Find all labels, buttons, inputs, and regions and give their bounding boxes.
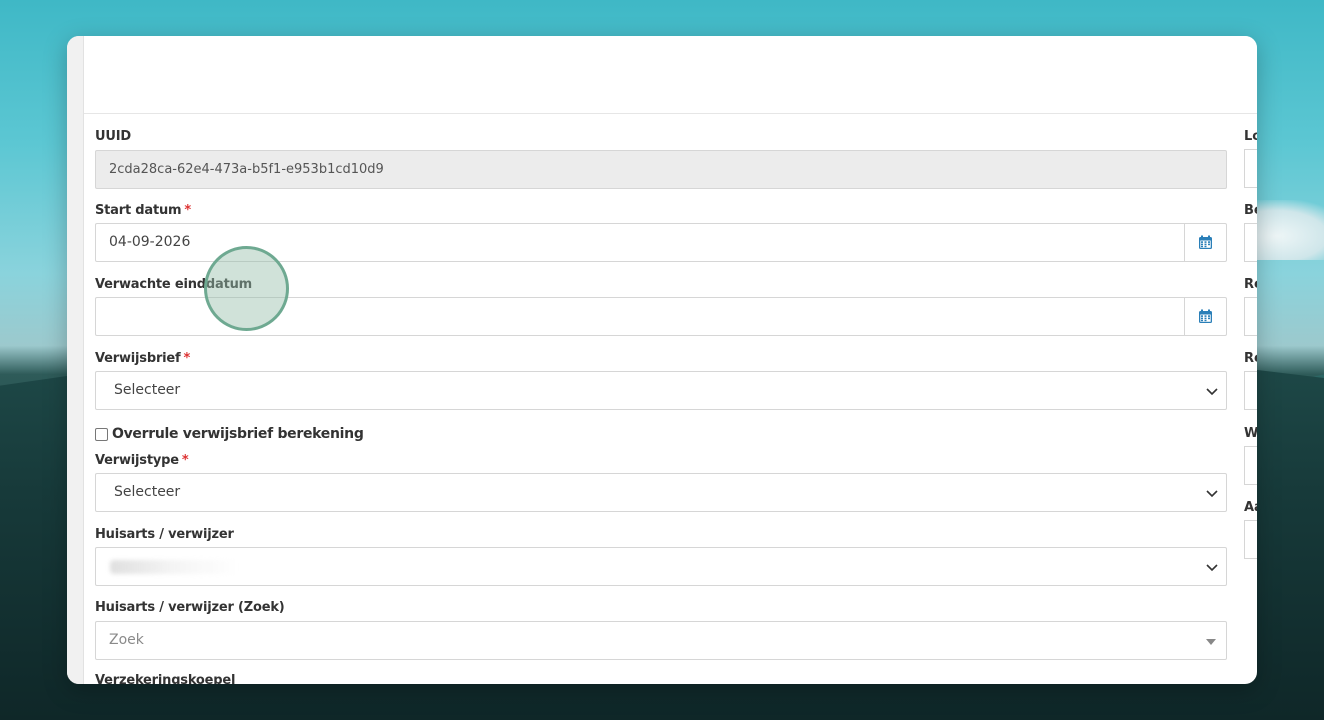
uuid-value: 2cda28ca-62e4-473a-b5f1-e953b1cd10d9 bbox=[109, 162, 384, 177]
right-column-cutoff: Lo Be Re Re Wa Aa bbox=[1244, 36, 1257, 684]
chevron-down-icon bbox=[1206, 490, 1218, 498]
left-sidebar-strip bbox=[67, 36, 84, 684]
uuid-field: 2cda28ca-62e4-473a-b5f1-e953b1cd10d9 bbox=[95, 150, 1227, 189]
right-label-5: Wa bbox=[1244, 426, 1257, 441]
uuid-label: UUID bbox=[95, 129, 131, 144]
referral-type-value: Selecteer bbox=[114, 484, 181, 500]
chevron-down-icon bbox=[1206, 388, 1218, 396]
right-field-4[interactable] bbox=[1244, 371, 1257, 410]
referral-letter-label: Verwijsbrief * bbox=[95, 351, 191, 366]
calendar-icon bbox=[1199, 309, 1212, 323]
override-referral-label: Overrule verwijsbrief berekening bbox=[112, 426, 364, 442]
blurred-value bbox=[110, 560, 240, 574]
referral-letter-select[interactable]: Selecteer bbox=[95, 371, 1227, 410]
required-marker: * bbox=[181, 453, 189, 468]
chevron-down-icon bbox=[1206, 564, 1218, 572]
gp-referrer-label: Huisarts / verwijzer bbox=[95, 527, 234, 542]
start-date-label: Start datum * bbox=[95, 203, 192, 218]
gp-referrer-search-label: Huisarts / verwijzer (Zoek) bbox=[95, 600, 285, 615]
right-field-3[interactable] bbox=[1244, 297, 1257, 336]
required-marker: * bbox=[184, 203, 192, 218]
right-label-2: Be bbox=[1244, 203, 1257, 218]
right-label-1: Lo bbox=[1244, 129, 1257, 144]
right-field-5[interactable] bbox=[1244, 446, 1257, 485]
referral-type-select[interactable]: Selecteer bbox=[95, 473, 1227, 512]
caret-down-icon bbox=[1206, 639, 1216, 645]
right-field-2[interactable] bbox=[1244, 223, 1257, 262]
calendar-icon bbox=[1199, 235, 1212, 249]
gp-referrer-select[interactable] bbox=[95, 547, 1227, 586]
right-label-4: Re bbox=[1244, 351, 1257, 366]
right-label-3: Re bbox=[1244, 277, 1257, 292]
right-field-1[interactable] bbox=[1244, 149, 1257, 188]
gp-referrer-search-placeholder: Zoek bbox=[109, 632, 144, 648]
right-field-6[interactable] bbox=[1244, 520, 1257, 559]
override-referral-row[interactable]: Overrule verwijsbrief berekening bbox=[95, 426, 364, 442]
insurance-umbrella-label: Verzekeringskoepel bbox=[95, 673, 236, 684]
start-date-calendar-button[interactable] bbox=[1184, 224, 1226, 261]
cursor-highlight bbox=[204, 246, 289, 331]
right-label-6: Aa bbox=[1244, 500, 1257, 515]
gp-referrer-search-select[interactable]: Zoek bbox=[95, 621, 1227, 660]
form-window: UUID 2cda28ca-62e4-473a-b5f1-e953b1cd10d… bbox=[67, 36, 1257, 684]
window-header bbox=[84, 36, 1257, 114]
override-referral-checkbox[interactable] bbox=[95, 427, 108, 441]
referral-letter-value: Selecteer bbox=[114, 382, 181, 398]
referral-type-label: Verwijstype * bbox=[95, 453, 189, 468]
expected-end-date-calendar-button[interactable] bbox=[1184, 298, 1226, 335]
required-marker: * bbox=[183, 351, 191, 366]
start-date-value: 04-09-2026 bbox=[109, 234, 191, 250]
